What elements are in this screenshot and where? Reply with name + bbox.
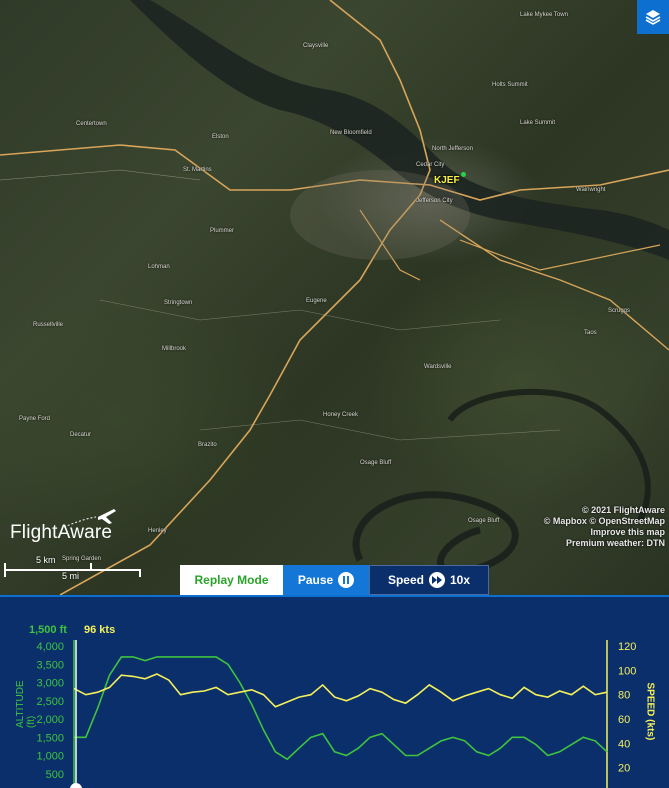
speed-tick-label: 60 <box>618 714 630 726</box>
flight-map[interactable]: Lake Mykee Town Holts Summit Claysville … <box>0 0 669 595</box>
speed-tick-label: 80 <box>618 690 630 702</box>
altitude-tick-label: 2,500 <box>36 696 64 708</box>
map-place-label: Decatur <box>70 432 92 438</box>
altitude-tick-label: 1,500 <box>36 732 64 744</box>
map-layers-button[interactable] <box>637 0 669 34</box>
map-place-label: Lake Summit <box>520 120 556 126</box>
altitude-tick-label: 4,000 <box>36 641 64 653</box>
scale-km-label: 5 km <box>36 555 56 565</box>
attribution-flightaware: © 2021 FlightAware <box>582 505 665 515</box>
map-place-label: Wardsville <box>424 364 452 370</box>
scale-mi-label: 5 mi <box>62 571 80 581</box>
map-attribution: © 2021 FlightAware © Mapbox © OpenStreet… <box>544 505 665 549</box>
map-place-label: Osage Bluff <box>468 518 500 524</box>
chart-plot: 4,000 3,500 3,000 2,500 2,000 1,500 1,000 500 12… <box>36 640 636 788</box>
attribution-mapbox-osm[interactable]: © Mapbox © OpenStreetMap <box>544 516 665 527</box>
altitude-tick-label: 3,000 <box>36 678 64 690</box>
map-scale: 5 km 5 mi <box>4 555 144 585</box>
altitude-speed-chart[interactable]: 1,500 ft 96 kts ALTITUDE (ft) SPEED (kts… <box>0 595 669 788</box>
fast-forward-icon <box>428 572 445 588</box>
map-place-label: Scruggs <box>608 308 631 314</box>
map-place-label: St. Martins <box>183 167 212 173</box>
map-place-label: Henley <box>148 528 167 534</box>
speed-tick-label: 120 <box>618 641 636 653</box>
altitude-tick-label: 3,500 <box>36 659 64 671</box>
map-place-label: Osage Bluff <box>360 460 392 466</box>
map-place-label: Cedar City <box>416 162 445 168</box>
layers-icon <box>645 10 661 25</box>
pause-icon <box>338 572 355 588</box>
altitude-tick-label: 500 <box>46 769 64 781</box>
flightaware-logo: FlightAware <box>10 522 113 543</box>
map-place-label: Taos <box>584 330 597 336</box>
airport-label[interactable]: KJEF <box>434 175 460 186</box>
map-place-label: Honey Creek <box>323 412 359 418</box>
map-place-label: Wainwright <box>576 187 606 193</box>
map-place-label: Elston <box>212 134 229 140</box>
pause-button[interactable]: Pause <box>283 565 369 595</box>
map-place-label: Lake Mykee Town <box>520 12 568 18</box>
map-place-label: Payne Ford <box>19 416 51 422</box>
map-place-label: Claysville <box>303 43 329 49</box>
replay-mode-label: Replay Mode <box>180 565 283 595</box>
speed-value: 10x <box>449 573 471 587</box>
altitude-tick-label: 2,000 <box>36 714 64 726</box>
map-place-label: Lohman <box>148 264 170 270</box>
map-place-label: Plummer <box>210 228 235 234</box>
altitude-series-line <box>74 656 608 761</box>
speed-tick-label: 20 <box>618 763 630 775</box>
altitude-tick-label: 1,000 <box>36 751 64 763</box>
speed-label: Speed <box>387 573 424 587</box>
map-place-label: Eugene <box>306 298 327 304</box>
improve-map-link[interactable]: Improve this map <box>544 527 665 538</box>
map-place-label: North Jefferson <box>432 146 473 152</box>
map-place-label: Millbrook <box>162 346 187 352</box>
map-place-label: Centertown <box>76 121 107 127</box>
map-place-label: Russellville <box>33 322 64 328</box>
replay-controls: Replay Mode Pause Speed 10x <box>180 565 489 595</box>
map-place-label: New Bloomfield <box>330 130 372 136</box>
speed-button[interactable]: Speed 10x <box>369 565 489 595</box>
map-place-label: Jefferson City <box>416 198 453 204</box>
airport-marker[interactable] <box>461 172 466 177</box>
map-place-label: Brazito <box>198 442 217 448</box>
attribution-weather: Premium weather: DTN <box>565 538 665 548</box>
pause-label: Pause <box>297 573 334 587</box>
speed-series-line <box>73 673 608 708</box>
map-place-label: Stringtown <box>164 300 193 306</box>
speed-tick-label: 40 <box>618 738 630 750</box>
speed-tick-label: 100 <box>618 665 636 677</box>
map-place-label: Holts Summit <box>492 82 528 88</box>
